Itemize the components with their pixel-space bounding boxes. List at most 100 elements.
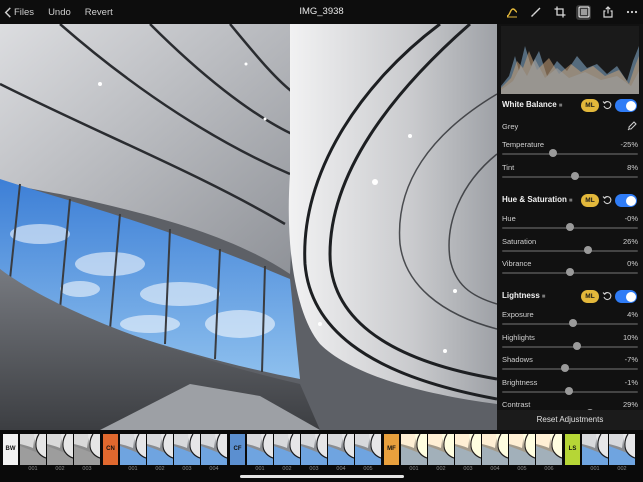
lightness-ml-button[interactable]: ML	[581, 290, 599, 303]
thumbnail-number: 003	[463, 466, 473, 472]
grey-row[interactable]: Grey	[497, 121, 643, 142]
thumbnail-image	[401, 434, 427, 465]
filter-thumbnail[interactable]	[582, 434, 608, 465]
eyedropper-icon[interactable]	[627, 121, 637, 131]
thumbnail-image	[247, 434, 273, 465]
filter-thumbnail[interactable]	[509, 434, 535, 465]
thumbnail-number: 004	[490, 466, 500, 472]
architecture-photo	[0, 24, 497, 430]
slider-knob[interactable]	[568, 319, 577, 327]
filter-thumbnail[interactable]	[355, 434, 381, 465]
slider-row-tint[interactable]: Tint 8%	[497, 163, 643, 183]
hue-saturation-header: Hue & Saturation ■ ML	[497, 192, 643, 210]
slider-label: Saturation	[502, 236, 537, 246]
slider-row-vibrance[interactable]: Vibrance 0%	[497, 259, 643, 279]
slider-knob[interactable]	[571, 171, 580, 180]
filter-thumbnail[interactable]	[247, 434, 273, 465]
filter-group-tag[interactable]: CN	[103, 434, 118, 465]
adjustments-panel: White Balance ■ ML Grey Temperature -25% Ti…	[497, 24, 643, 430]
slider-knob[interactable]	[565, 386, 574, 395]
thumbnail-number: 002	[436, 466, 446, 472]
slider-track[interactable]	[502, 249, 638, 252]
slider-knob[interactable]	[572, 341, 581, 350]
hue-saturation-toggle[interactable]	[615, 194, 637, 207]
slider-knob[interactable]	[549, 149, 557, 157]
slider-label: Temperature	[502, 140, 545, 149]
thumbnail-number: 006	[544, 466, 554, 472]
slider-row-highlights[interactable]: Highlights 10%	[497, 333, 643, 353]
filter-thumbnail[interactable]	[428, 434, 454, 465]
thumbnail-number: 001	[590, 466, 600, 472]
chevron-left-icon	[4, 6, 11, 18]
undo-button[interactable]: Undo	[48, 7, 71, 18]
reset-icon[interactable]	[602, 195, 613, 206]
adjust-tool-button[interactable]	[504, 5, 519, 20]
filter-thumbnail[interactable]	[301, 434, 327, 465]
filter-thumbnail[interactable]	[274, 434, 300, 465]
slider-row-hue[interactable]: Hue -0%	[497, 214, 643, 234]
slider-track[interactable]	[502, 175, 638, 178]
reset-icon[interactable]	[602, 100, 613, 111]
thumbnail-image	[274, 434, 300, 465]
filter-thumbnail[interactable]	[201, 434, 227, 465]
filter-thumbnail[interactable]	[401, 434, 427, 465]
filter-group-tag[interactable]: BW	[3, 434, 18, 465]
lock-icon: ■	[558, 103, 563, 109]
filter-thumbnail[interactable]	[47, 434, 73, 465]
white-balance-toggle[interactable]	[615, 99, 637, 112]
filter-thumbnail[interactable]	[455, 434, 481, 465]
share-button[interactable]	[600, 5, 615, 20]
photo-canvas[interactable]	[0, 24, 497, 430]
slider-value: 29%	[622, 400, 638, 409]
filter-thumbnail[interactable]	[328, 434, 354, 465]
thumbnail-image	[201, 434, 227, 465]
thumbnail-number: 002	[282, 466, 292, 472]
thumbnail-number: 001	[255, 466, 265, 472]
hue-saturation-title: Hue & Saturation ■	[502, 195, 573, 204]
slider-row-saturation[interactable]: Saturation 26%	[497, 237, 643, 257]
slider-knob[interactable]	[566, 223, 574, 231]
thumbnail-image	[147, 434, 173, 465]
lightness-toggle[interactable]	[615, 290, 637, 303]
thumbnail-image	[328, 434, 354, 465]
back-button[interactable]: Files	[4, 7, 34, 18]
slider-value: 10%	[622, 332, 638, 342]
back-label: Files	[14, 6, 35, 18]
filter-group-tag[interactable]: CF	[230, 434, 245, 465]
filter-group-tag[interactable]: MF	[384, 434, 399, 465]
reset-adjustments-button[interactable]: Reset Adjustments	[497, 410, 643, 430]
hue-saturation-ml-button[interactable]: ML	[581, 194, 599, 207]
thumbnail-number: 002	[617, 466, 627, 472]
filter-group-tag[interactable]: LS	[565, 434, 580, 465]
slider-track[interactable]	[502, 153, 638, 155]
slider-knob[interactable]	[566, 268, 574, 276]
filter-thumbnail[interactable]	[482, 434, 508, 465]
slider-value: 8%	[627, 162, 638, 172]
slider-track[interactable]	[502, 345, 638, 348]
slider-row-shadows[interactable]: Shadows -7%	[497, 355, 643, 375]
reset-icon[interactable]	[602, 291, 613, 302]
filter-thumbnail[interactable]	[120, 434, 146, 465]
crop-tool-button[interactable]	[552, 5, 567, 20]
sliders-tool-button[interactable]	[576, 4, 591, 20]
slider-knob[interactable]	[561, 364, 570, 372]
slider-row-temperature[interactable]: Temperature -25%	[497, 140, 643, 160]
filter-thumbnail[interactable]	[147, 434, 173, 465]
home-indicator	[240, 475, 404, 478]
filter-thumbnail[interactable]	[536, 434, 562, 465]
filter-thumbnail[interactable]	[74, 434, 100, 465]
slider-track[interactable]	[502, 368, 638, 370]
white-balance-ml-button[interactable]: ML	[581, 99, 599, 112]
filter-thumbnail[interactable]	[174, 434, 200, 465]
thumbnail-image	[20, 434, 46, 465]
revert-button[interactable]: Revert	[85, 7, 113, 18]
filter-thumbnail[interactable]	[609, 434, 635, 465]
filter-thumbnail[interactable]	[20, 434, 46, 465]
lightness-title: Lightness ■	[502, 291, 546, 300]
more-button[interactable]	[624, 5, 639, 20]
brush-tool-button[interactable]	[528, 5, 543, 20]
slider-row-exposure[interactable]: Exposure 4%	[497, 310, 643, 330]
slider-row-brightness[interactable]: Brightness -1%	[497, 378, 643, 398]
slider-knob[interactable]	[583, 245, 592, 254]
slider-label: Contrast	[502, 400, 531, 409]
